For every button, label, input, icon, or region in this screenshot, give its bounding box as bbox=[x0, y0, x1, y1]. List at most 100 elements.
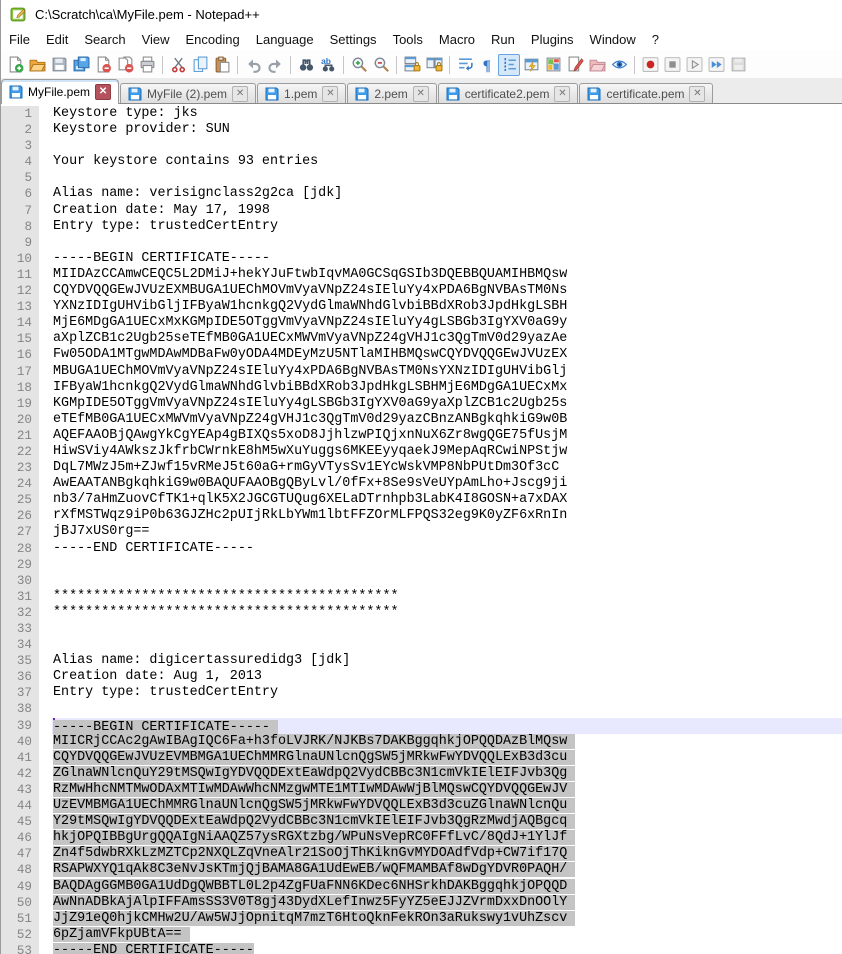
line-text[interactable]: rXfMSTWqz9iP0b63GJZHc2pUIjRkLbYWm1lbtFFZ… bbox=[52, 508, 842, 524]
line-text[interactable]: MjE6MDgGA1UECxMxKGMpIDE5OTggVmVyaVNpZ24s… bbox=[52, 315, 842, 331]
line-text[interactable]: eTEfMB0GA1UECxMWVmVyaVNpZ24gVHJ1c3QgTmV0… bbox=[52, 412, 842, 428]
line-text[interactable]: Entry type: trustedCertEntry bbox=[52, 219, 842, 235]
save-button[interactable] bbox=[48, 54, 70, 76]
line-text[interactable]: hkjOPQIBBgUrgQQAIgNiAAQZ57ysRGXtzbg/WPuN… bbox=[52, 830, 842, 846]
line-text[interactable] bbox=[52, 573, 842, 589]
menu-run[interactable]: Run bbox=[483, 30, 523, 49]
tab-1-pem[interactable]: 1.pem✕ bbox=[257, 83, 346, 103]
line-text[interactable]: -----END CERTIFICATE----- bbox=[52, 943, 842, 954]
sync-horizontal-scroll-button[interactable] bbox=[423, 54, 445, 76]
line-number[interactable]: 3 bbox=[1, 138, 39, 154]
line-text[interactable]: -----END CERTIFICATE----- bbox=[52, 541, 842, 557]
user-defined-dialog-button[interactable] bbox=[520, 54, 542, 76]
line-text[interactable]: Keystore provider: SUN bbox=[52, 122, 842, 138]
line-number[interactable]: 23 bbox=[1, 460, 39, 476]
line-text[interactable]: MBUGA1UEChMOVmVyaVNpZ24sIEluYy4xPDA6BgNV… bbox=[52, 364, 842, 380]
line-number[interactable]: 47 bbox=[1, 846, 39, 862]
line-number[interactable]: 42 bbox=[1, 766, 39, 782]
line-text[interactable] bbox=[52, 637, 842, 653]
line-text[interactable]: -----BEGIN CERTIFICATE----- bbox=[52, 718, 842, 734]
line-text[interactable]: 6pZjamVFkpUBtA== bbox=[52, 927, 842, 943]
line-number[interactable]: 33 bbox=[1, 621, 39, 637]
macro-save-button[interactable] bbox=[727, 54, 749, 76]
cut-button[interactable] bbox=[167, 54, 189, 76]
line-text[interactable]: HiwSViy4AWkszJkfrbCWrnkE8hM5wXuYuggs6MKE… bbox=[52, 444, 842, 460]
line-text[interactable]: Y29tMSQwIgYDVQQDExtEaWdpQ2VydCBBc3N1cmVk… bbox=[52, 814, 842, 830]
line-number[interactable]: 18 bbox=[1, 380, 39, 396]
line-number[interactable]: 51 bbox=[1, 911, 39, 927]
close-button[interactable] bbox=[92, 54, 114, 76]
menu-help[interactable]: ? bbox=[644, 30, 667, 49]
tab-myfile-pem[interactable]: MyFile.pem✕ bbox=[1, 79, 119, 104]
line-number[interactable]: 19 bbox=[1, 396, 39, 412]
line-text[interactable]: BAQDAgGGMB0GA1UdDgQWBBTL0L2p4ZgFUaFNN6KD… bbox=[52, 879, 842, 895]
line-text[interactable] bbox=[52, 235, 842, 251]
line-text[interactable]: Creation date: May 17, 1998 bbox=[52, 203, 842, 219]
line-text[interactable]: ****************************************… bbox=[52, 605, 842, 621]
line-number[interactable]: 17 bbox=[1, 364, 39, 380]
close-all-button[interactable] bbox=[114, 54, 136, 76]
line-text[interactable]: Your keystore contains 93 entries bbox=[52, 154, 842, 170]
line-number[interactable]: 40 bbox=[1, 734, 39, 750]
line-number[interactable]: 25 bbox=[1, 492, 39, 508]
line-number[interactable]: 46 bbox=[1, 830, 39, 846]
close-tab-icon[interactable]: ✕ bbox=[554, 86, 570, 102]
line-number[interactable]: 38 bbox=[1, 701, 39, 717]
line-number[interactable]: 7 bbox=[1, 203, 39, 219]
line-text[interactable]: nb3/7aHmZuovCfTK1+qlK5X2JGCGTUQug6XELaDT… bbox=[52, 492, 842, 508]
line-text[interactable]: RzMwHhcNMTMwODAxMTIwMDAwWhcNMzgwMTE1MTIw… bbox=[52, 782, 842, 798]
line-text[interactable]: IFByaW1hcnkgQ2VydGlmaWNhdGlvbiBBdXRob3Jp… bbox=[52, 380, 842, 396]
menu-plugins[interactable]: Plugins bbox=[523, 30, 582, 49]
line-text[interactable]: Creation date: Aug 1, 2013 bbox=[52, 669, 842, 685]
line-number[interactable]: 43 bbox=[1, 782, 39, 798]
line-number[interactable]: 44 bbox=[1, 798, 39, 814]
editor-area[interactable]: 1Keystore type: jks2Keystore provider: S… bbox=[1, 104, 842, 954]
line-number[interactable]: 6 bbox=[1, 186, 39, 202]
line-number[interactable]: 48 bbox=[1, 862, 39, 878]
line-text[interactable]: MIICRjCCAc2gAwIBAgIQC6Fa+h3foLVJRK/NJKBs… bbox=[52, 734, 842, 750]
line-text[interactable]: AwNnADBkAjAlpIFFAmsSS3V0T8gj43DydXLefInw… bbox=[52, 895, 842, 911]
tab-certificate-pem[interactable]: certificate.pem✕ bbox=[579, 83, 713, 103]
line-number[interactable]: 39 bbox=[1, 718, 39, 734]
line-text[interactable]: ****************************************… bbox=[52, 589, 842, 605]
macro-record-button[interactable] bbox=[639, 54, 661, 76]
line-text[interactable] bbox=[52, 557, 842, 573]
folder-as-workspace-button[interactable] bbox=[586, 54, 608, 76]
line-number[interactable]: 34 bbox=[1, 637, 39, 653]
redo-button[interactable] bbox=[264, 54, 286, 76]
sync-vertical-scroll-button[interactable] bbox=[401, 54, 423, 76]
close-tab-icon[interactable]: ✕ bbox=[689, 86, 705, 102]
menu-tools[interactable]: Tools bbox=[385, 30, 431, 49]
line-text[interactable]: Fw05ODA1MTgwMDAwMDBaFw0yODA4MDEyMzU5NTla… bbox=[52, 347, 842, 363]
line-text[interactable]: Alias name: verisignclass2g2ca [jdk] bbox=[52, 186, 842, 202]
line-number[interactable]: 28 bbox=[1, 541, 39, 557]
line-number[interactable]: 11 bbox=[1, 267, 39, 283]
line-number[interactable]: 36 bbox=[1, 669, 39, 685]
copy-button[interactable] bbox=[189, 54, 211, 76]
line-text[interactable]: DqL7MWzJ5m+ZJwf15vRMeJ5t60aG+rmGyVTysSv1… bbox=[52, 460, 842, 476]
menu-settings[interactable]: Settings bbox=[322, 30, 385, 49]
line-text[interactable]: UzEVMBMGA1UEChMMRGlnaUNlcnQgSW5jMRkwFwYD… bbox=[52, 798, 842, 814]
line-number[interactable]: 2 bbox=[1, 122, 39, 138]
monitoring-button[interactable] bbox=[608, 54, 630, 76]
line-text[interactable]: Keystore type: jks bbox=[52, 106, 842, 122]
line-number[interactable]: 53 bbox=[1, 943, 39, 954]
line-text[interactable] bbox=[52, 701, 842, 717]
line-number[interactable]: 13 bbox=[1, 299, 39, 315]
line-number[interactable]: 9 bbox=[1, 235, 39, 251]
replace-button[interactable]: ab bbox=[317, 54, 339, 76]
undo-button[interactable] bbox=[242, 54, 264, 76]
line-text[interactable]: ZGlnaWNlcnQuY29tMSQwIgYDVQQDExtEaWdpQ2Vy… bbox=[52, 766, 842, 782]
line-number[interactable]: 20 bbox=[1, 412, 39, 428]
line-text[interactable]: AwEAATANBgkqhkiG9w0BAQUFAAOBgQByLvl/0fFx… bbox=[52, 476, 842, 492]
show-indent-guide-button[interactable] bbox=[498, 54, 520, 76]
menu-file[interactable]: File bbox=[1, 30, 38, 49]
line-number[interactable]: 31 bbox=[1, 589, 39, 605]
line-number[interactable]: 29 bbox=[1, 557, 39, 573]
line-text[interactable]: MIIDAzCCAmwCEQC5L2DMiJ+hekYJuFtwbIqvMA0G… bbox=[52, 267, 842, 283]
line-number[interactable]: 41 bbox=[1, 750, 39, 766]
close-tab-icon[interactable]: ✕ bbox=[232, 86, 248, 102]
line-text[interactable]: AQEFAAOBjQAwgYkCgYEAp4gBIXQs5xoD8JjhlzwP… bbox=[52, 428, 842, 444]
line-number[interactable]: 24 bbox=[1, 476, 39, 492]
line-number[interactable]: 21 bbox=[1, 428, 39, 444]
